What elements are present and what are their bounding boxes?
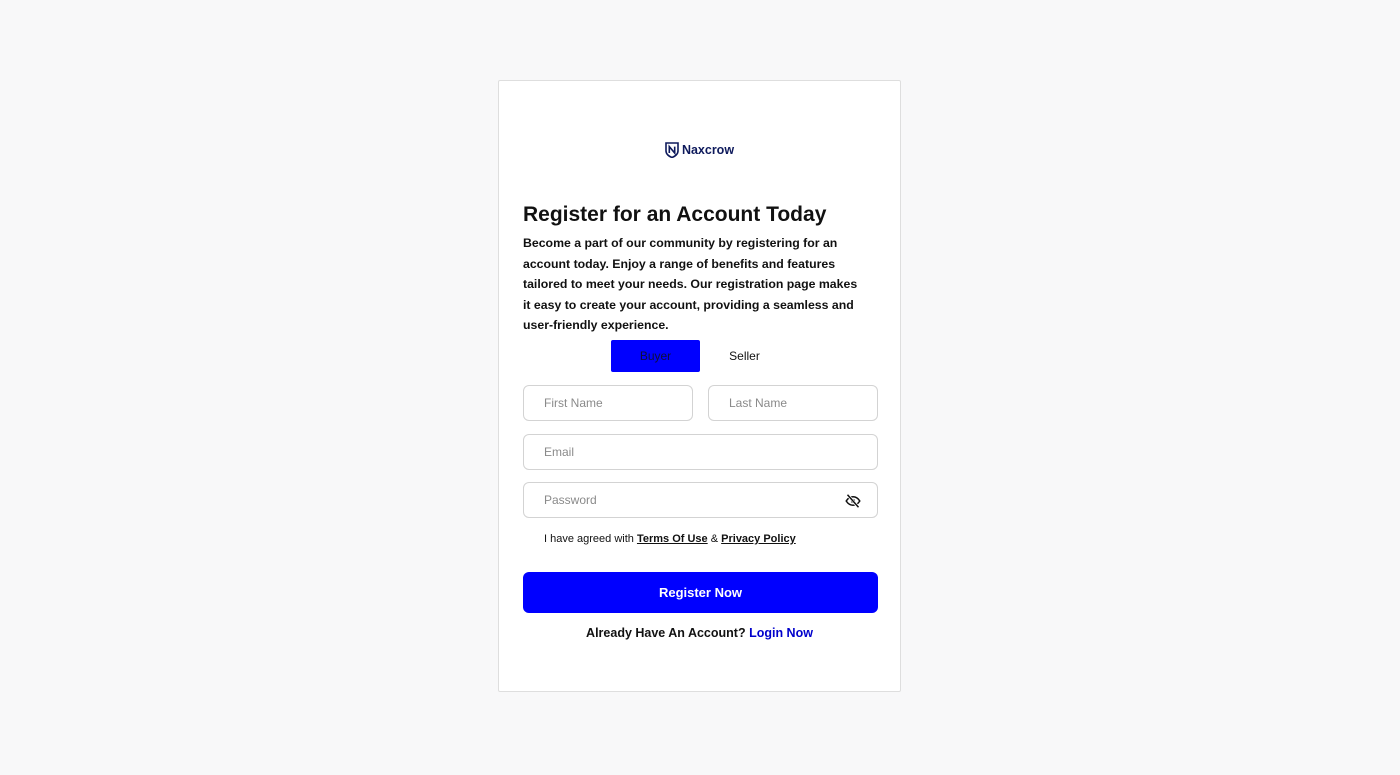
- login-now-link[interactable]: Login Now: [749, 626, 813, 640]
- agreement-prefix: I have agreed with: [544, 533, 634, 545]
- brand-name: Naxcrow: [681, 143, 735, 157]
- email-input[interactable]: [524, 435, 877, 469]
- login-prompt-text: Already Have An Account?: [586, 626, 746, 640]
- terms-of-use-link[interactable]: Terms Of Use: [637, 533, 708, 545]
- tab-seller[interactable]: Seller: [700, 340, 789, 372]
- tab-buyer[interactable]: Buyer: [611, 340, 700, 372]
- account-type-tabs: Buyer Seller: [611, 340, 789, 372]
- page-description: Become a part of our community by regist…: [523, 236, 858, 333]
- first-name-input[interactable]: [524, 386, 692, 420]
- last-name-field: [708, 385, 878, 421]
- email-field: [523, 434, 878, 470]
- eye-off-icon[interactable]: [845, 493, 861, 509]
- page-title: Register for an Account Today: [523, 203, 827, 226]
- shield-n-logo-icon: [665, 142, 679, 158]
- register-card: Naxcrow Register for an Account Today Be…: [498, 80, 901, 692]
- privacy-policy-link[interactable]: Privacy Policy: [721, 533, 796, 545]
- terms-agreement: I have agreed with Terms Of Use & Privac…: [544, 533, 796, 545]
- register-now-button[interactable]: Register Now: [523, 572, 878, 613]
- agreement-separator: &: [710, 533, 719, 545]
- password-input[interactable]: [524, 483, 877, 517]
- first-name-field: [523, 385, 693, 421]
- last-name-input[interactable]: [709, 386, 877, 420]
- brand-logo[interactable]: Naxcrow: [499, 142, 900, 158]
- login-prompt: Already Have An Account? Login Now: [499, 626, 900, 640]
- password-field: [523, 482, 878, 518]
